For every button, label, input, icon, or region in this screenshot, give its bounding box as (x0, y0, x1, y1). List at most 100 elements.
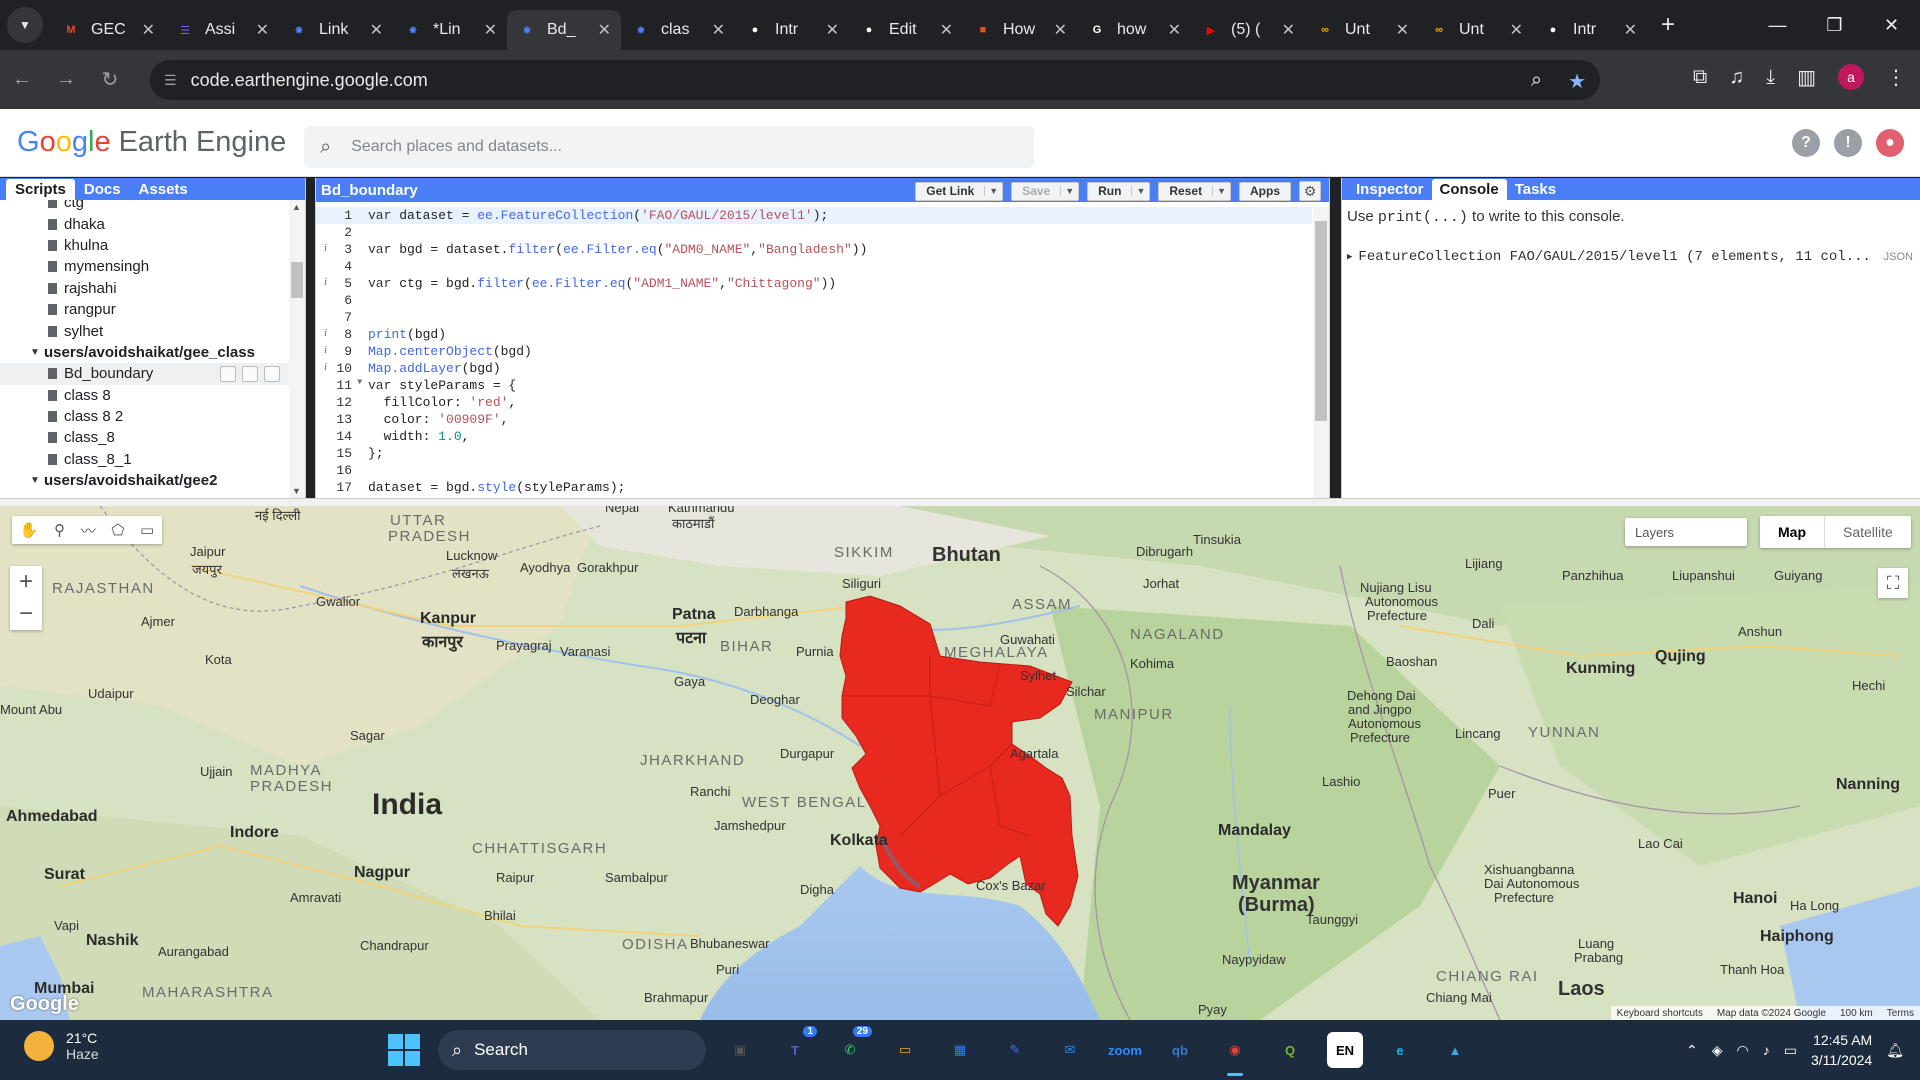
terms-link[interactable]: Terms (1887, 1008, 1914, 1019)
zoom-in-button[interactable]: + (10, 566, 42, 598)
tree-script[interactable]: rangpur (0, 299, 290, 320)
browser-tab[interactable]: Ghow ✕ (1077, 10, 1191, 50)
extensions-icon[interactable]: ⧉ (1693, 66, 1707, 89)
taskbar-search[interactable]: ⌕ Search (438, 1030, 706, 1070)
close-tab-icon[interactable]: ✕ (1624, 20, 1637, 40)
code-line[interactable]: 4 (316, 258, 1312, 275)
browser-tab[interactable]: ● Intr ✕ (735, 10, 849, 50)
weather-widget[interactable]: 21°C Haze (24, 1030, 99, 1062)
code-line[interactable]: 14 width: 1.0, (316, 428, 1312, 445)
browser-tab[interactable]: ▶ (5) (✕ (1191, 10, 1305, 50)
tree-script[interactable]: dhaka (0, 213, 290, 234)
tab-tasks[interactable]: Tasks (1507, 179, 1564, 200)
paint-icon[interactable]: ✎ (997, 1032, 1033, 1068)
file-explorer-icon[interactable]: ▭ (887, 1032, 923, 1068)
code-line[interactable]: i 9 Map.centerObject(bgd) (316, 343, 1312, 360)
forward-icon[interactable]: → (44, 68, 88, 91)
tab-search-button[interactable]: ▼ (7, 7, 43, 43)
zoom-icon[interactable]: ⌕ (1531, 69, 1542, 94)
tab-inspector[interactable]: Inspector (1348, 179, 1432, 200)
wifi-icon[interactable]: ◠ (1737, 1042, 1749, 1059)
code-line[interactable]: 11 ▼ var styleParams = { (316, 377, 1312, 394)
browser-tab[interactable]: ● Intr ✕ (1533, 10, 1647, 50)
scripts-scrollbar[interactable]: ▲ ▼ (289, 200, 305, 498)
windows-start-icon[interactable] (388, 1034, 420, 1066)
volume-icon[interactable]: ♪ (1763, 1042, 1770, 1058)
pan-hand-icon[interactable]: ✋ (20, 521, 39, 539)
polygon-icon[interactable]: ⬠ (111, 521, 124, 539)
tree-script[interactable]: class 8 (0, 385, 290, 406)
editor-scrollbar[interactable] (1313, 207, 1329, 498)
layers-button[interactable]: Layers (1625, 518, 1747, 546)
mail-icon[interactable]: ✉ (1052, 1032, 1088, 1068)
rectangle-icon[interactable]: ▭ (140, 521, 154, 539)
google-earth-engine-logo[interactable]: Google Earth Engine (17, 126, 286, 159)
code-line[interactable]: 1 var dataset = ee.FeatureCollection('FAO… (316, 207, 1312, 224)
apps-button[interactable]: Apps (1239, 181, 1291, 201)
tree-script[interactable]: class_8 (0, 427, 290, 448)
edit-icon[interactable] (242, 365, 258, 382)
tree-folder[interactable]: ▼ users/avoidshaikat/gee_class (0, 342, 290, 363)
close-tab-icon[interactable]: ✕ (256, 20, 269, 40)
code-line[interactable]: 12 fillColor: 'red', (316, 394, 1312, 411)
tree-script[interactable]: rajshahi (0, 278, 290, 299)
tree-script[interactable]: ctg (0, 200, 290, 213)
panel-splitter[interactable] (0, 498, 1920, 506)
close-tab-icon[interactable]: ✕ (484, 20, 497, 40)
tree-script[interactable]: class 8 2 (0, 406, 290, 427)
security-icon[interactable]: ◈ (1712, 1042, 1723, 1059)
photos-icon[interactable]: ▲ (1437, 1032, 1473, 1068)
new-tab-button[interactable]: + (1661, 11, 1675, 39)
chrome-icon[interactable]: ◉ (1217, 1032, 1253, 1076)
scroll-down-icon[interactable]: ▼ (292, 486, 301, 496)
close-tab-icon[interactable]: ✕ (1396, 20, 1409, 40)
restore-icon[interactable]: ❐ (1806, 15, 1863, 36)
close-window-icon[interactable]: ✕ (1863, 15, 1920, 36)
save-button[interactable]: Save ▼ (1011, 181, 1080, 201)
profile-avatar[interactable]: a (1838, 64, 1864, 90)
help-icon[interactable]: ? (1792, 129, 1820, 157)
account-avatar[interactable]: ● (1876, 129, 1904, 157)
tree-script[interactable]: sylhet (0, 320, 290, 341)
expand-triangle-icon[interactable]: ▶ (1347, 252, 1352, 262)
get-link-button[interactable]: Get Link ▼ (915, 181, 1004, 201)
code-area[interactable]: 1 var dataset = ee.FeatureCollection('FAO… (316, 207, 1312, 498)
tab-console[interactable]: Console (1431, 179, 1507, 200)
side-panel-icon[interactable]: ▥ (1797, 65, 1816, 90)
fullscreen-icon[interactable]: ⛶ (1878, 568, 1908, 598)
clock[interactable]: 12:45 AM 3/11/2024 (1811, 1030, 1872, 1070)
close-tab-icon[interactable]: ✕ (826, 20, 839, 40)
line-icon[interactable]: 〰 (81, 520, 96, 541)
code-line[interactable]: 6 (316, 292, 1312, 309)
browser-tab[interactable]: ● Edit ✕ (849, 10, 963, 50)
scroll-up-icon[interactable]: ▲ (292, 202, 301, 212)
browser-tab[interactable]: ∞ Unt ✕ (1419, 10, 1533, 50)
tab-assets[interactable]: Assets (130, 179, 197, 200)
url-text[interactable]: code.earthengine.google.com (191, 70, 428, 91)
code-line[interactable]: i 10 Map.addLayer(bgd) (316, 360, 1312, 377)
minimize-icon[interactable]: — (1749, 15, 1806, 36)
browser-tab[interactable]: ✸ Bd_ ✕ (507, 10, 621, 50)
teams-icon[interactable]: T1 (777, 1026, 817, 1068)
gear-icon[interactable]: ⚙ (1299, 181, 1321, 201)
code-line[interactable]: i 8 print(bgd) (316, 326, 1312, 343)
code-line[interactable]: 16 (316, 462, 1312, 479)
browser-tab[interactable]: ■ How ✕ (963, 10, 1077, 50)
browser-tab[interactable]: ☰ Assi ✕ (165, 10, 279, 50)
reload-icon[interactable]: ↻ (88, 67, 132, 92)
microsoft-store-icon[interactable]: ▦ (942, 1032, 978, 1068)
back-icon[interactable]: ← (0, 68, 44, 91)
code-line[interactable]: i 3 var bgd = dataset.filter(ee.Filter.eq(… (316, 241, 1312, 258)
media-control-icon[interactable]: ♫ (1729, 66, 1744, 89)
browser-tab[interactable]: ✸ *Lin ✕ (393, 10, 507, 50)
search-input[interactable]: ⌕ Search places and datasets... (304, 126, 1034, 168)
code-line[interactable]: 13 color: '00909F', (316, 411, 1312, 428)
marker-icon[interactable]: ⚲ (54, 521, 65, 539)
qbittorrent-icon[interactable]: qb (1162, 1032, 1198, 1068)
code-line[interactable]: 17 dataset = bgd.style(styleParams); (316, 479, 1312, 496)
reset-button[interactable]: Reset ▼ (1158, 181, 1231, 201)
browser-tab[interactable]: ∞ Unt ✕ (1305, 10, 1419, 50)
caret-down-icon[interactable]: ▼ (30, 347, 40, 358)
close-tab-icon[interactable]: ✕ (142, 20, 155, 40)
code-line[interactable]: 2 (316, 224, 1312, 241)
